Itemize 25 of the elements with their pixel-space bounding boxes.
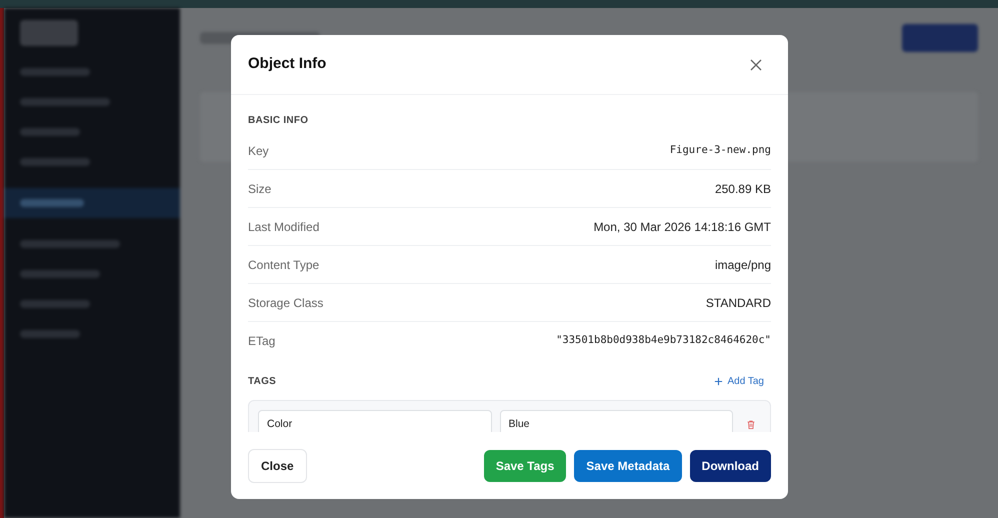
field-value: Figure-3-new.png: [670, 142, 771, 158]
dialog-title: Object Info: [248, 54, 326, 74]
dialog-button[interactable]: Close: [248, 448, 307, 482]
plus-icon: [714, 377, 724, 386]
dialog-button[interactable]: Download: [690, 450, 771, 482]
upload-button[interactable]: [902, 24, 978, 52]
section-heading: BASIC INFO: [248, 114, 310, 128]
tag-value-field[interactable]: Blue: [500, 410, 733, 432]
field-label: Size: [248, 180, 272, 198]
field-value: image/png: [714, 256, 771, 274]
field-label: Key: [248, 142, 269, 160]
dialog-button[interactable]: Save Metadata: [574, 450, 682, 482]
section-heading: TAGS: [248, 375, 276, 389]
close-icon[interactable]: [749, 58, 763, 72]
sidebar-item[interactable]: [4, 188, 180, 218]
field-value: STANDARD: [706, 294, 771, 312]
field-value: 250.89 KB: [714, 180, 771, 198]
field-value: "33501b8b0d938b4e9b73182c8464620c": [556, 333, 771, 348]
field-label: Last Modified: [248, 218, 320, 236]
field-label: Content Type: [248, 256, 320, 274]
field-label: ETag: [248, 333, 276, 350]
add-tag-link[interactable]: Add Tag: [714, 374, 764, 389]
field-value: Mon, 30 Mar 2026 14:18:16 GMT: [594, 218, 771, 236]
field-label: Storage Class: [248, 294, 324, 312]
tag-key-field[interactable]: Color: [258, 410, 492, 432]
